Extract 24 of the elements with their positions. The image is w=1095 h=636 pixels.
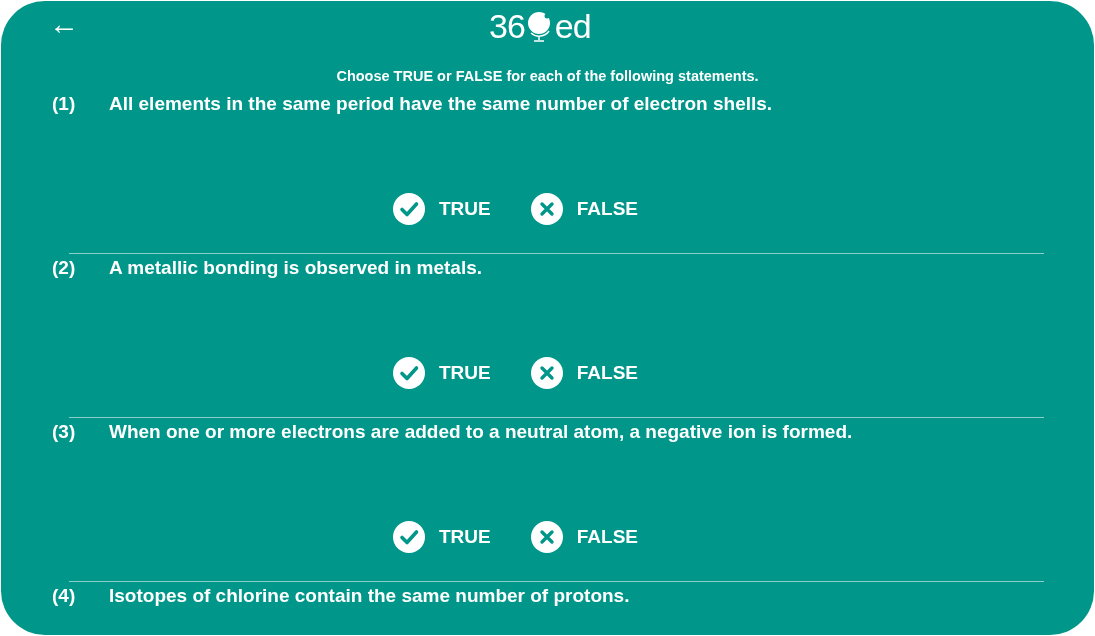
question-text: When one or more electrons are added to a neutral atom, a negative ion is formed. (109, 420, 853, 444)
question-text: All elements in the same period have the same number of electron shells. (109, 92, 773, 116)
close-icon (530, 193, 563, 225)
true-button[interactable]: TRUE (393, 521, 491, 553)
close-icon (530, 521, 563, 553)
true-button[interactable]: TRUE (393, 193, 491, 225)
close-icon (530, 357, 563, 389)
back-button[interactable]: ← (47, 9, 81, 39)
question-number: (4) (52, 584, 77, 608)
question-number: (1) (52, 92, 77, 116)
false-button[interactable]: FALSE (530, 521, 638, 553)
false-button[interactable]: FALSE (530, 357, 638, 389)
logo-text: ed (554, 9, 591, 43)
question-text: A metallic bonding is observed in metals. (109, 256, 483, 280)
question-text: Isotopes of chlorine contain the same number of protons. (109, 584, 630, 608)
logo-text: 36 (489, 9, 525, 43)
true-button[interactable]: TRUE (393, 357, 491, 389)
question-number: (2) (52, 256, 77, 280)
check-icon (393, 521, 425, 553)
false-button[interactable]: FALSE (530, 193, 638, 225)
check-icon (393, 357, 425, 389)
check-icon (393, 193, 425, 225)
question-number: (3) (52, 420, 77, 444)
instruction-text: Choose TRUE or FALSE for each of the following statements. (336, 68, 759, 84)
